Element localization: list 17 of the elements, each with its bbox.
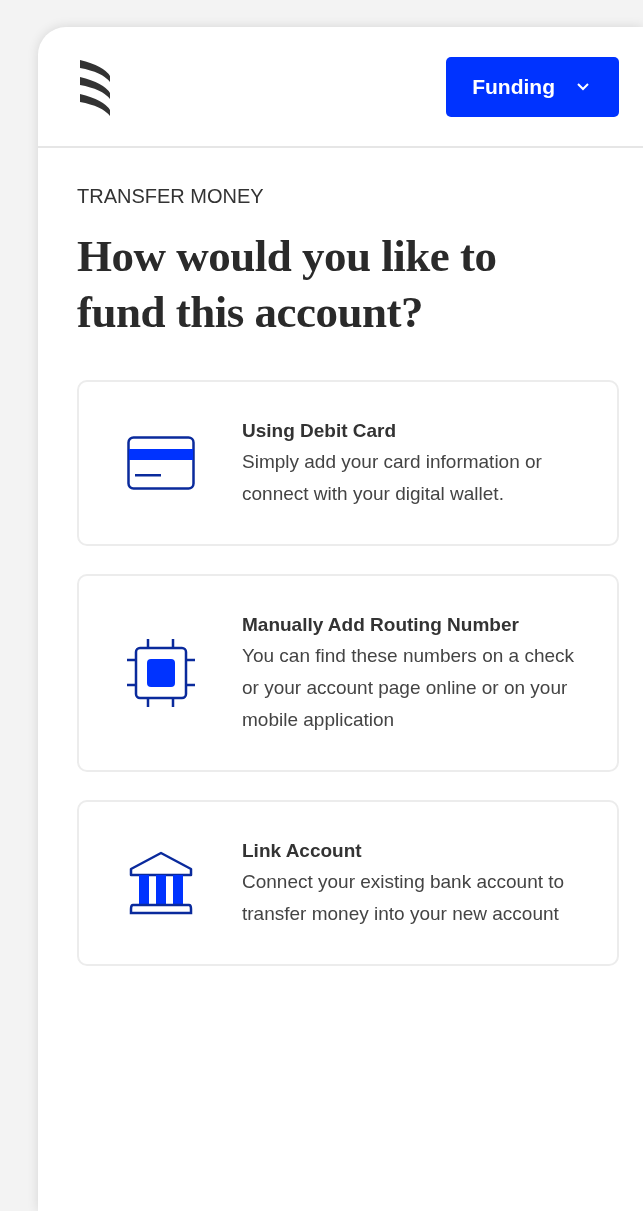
bank-icon (128, 851, 193, 915)
logo-icon (78, 57, 112, 116)
option-description: You can find these numbers on a check or your account page online or on your mobile application (242, 644, 576, 732)
funding-option-card[interactable]: Manually Add Routing Number You can find these numbers on a check or your account page online or on your mobile application (77, 574, 619, 772)
option-description: Connect your existing bank account to transfer money into your new account (242, 870, 566, 926)
chevron-down-icon (577, 82, 589, 91)
credit-card-icon (126, 436, 195, 490)
chip-icon (125, 638, 196, 708)
option-description: Simply add your card information or connect with your digital wallet. (242, 450, 543, 506)
option-title: Using Debit Card (242, 419, 398, 443)
section-eyebrow: TRANSFER MONEY (77, 186, 265, 206)
funding-option-card[interactable]: Link Account Connect your existing bank account to transfer money into your new account (77, 800, 619, 966)
funding-option-card[interactable]: Using Debit Card Simply add your card information or connect with your digital wallet. (77, 380, 619, 546)
option-title: Link Account (242, 839, 363, 863)
option-title: Manually Add Routing Number (242, 613, 520, 637)
funding-dropdown-button[interactable]: Funding (446, 56, 619, 117)
page-heading: How would you like to fund this account? (77, 230, 498, 339)
